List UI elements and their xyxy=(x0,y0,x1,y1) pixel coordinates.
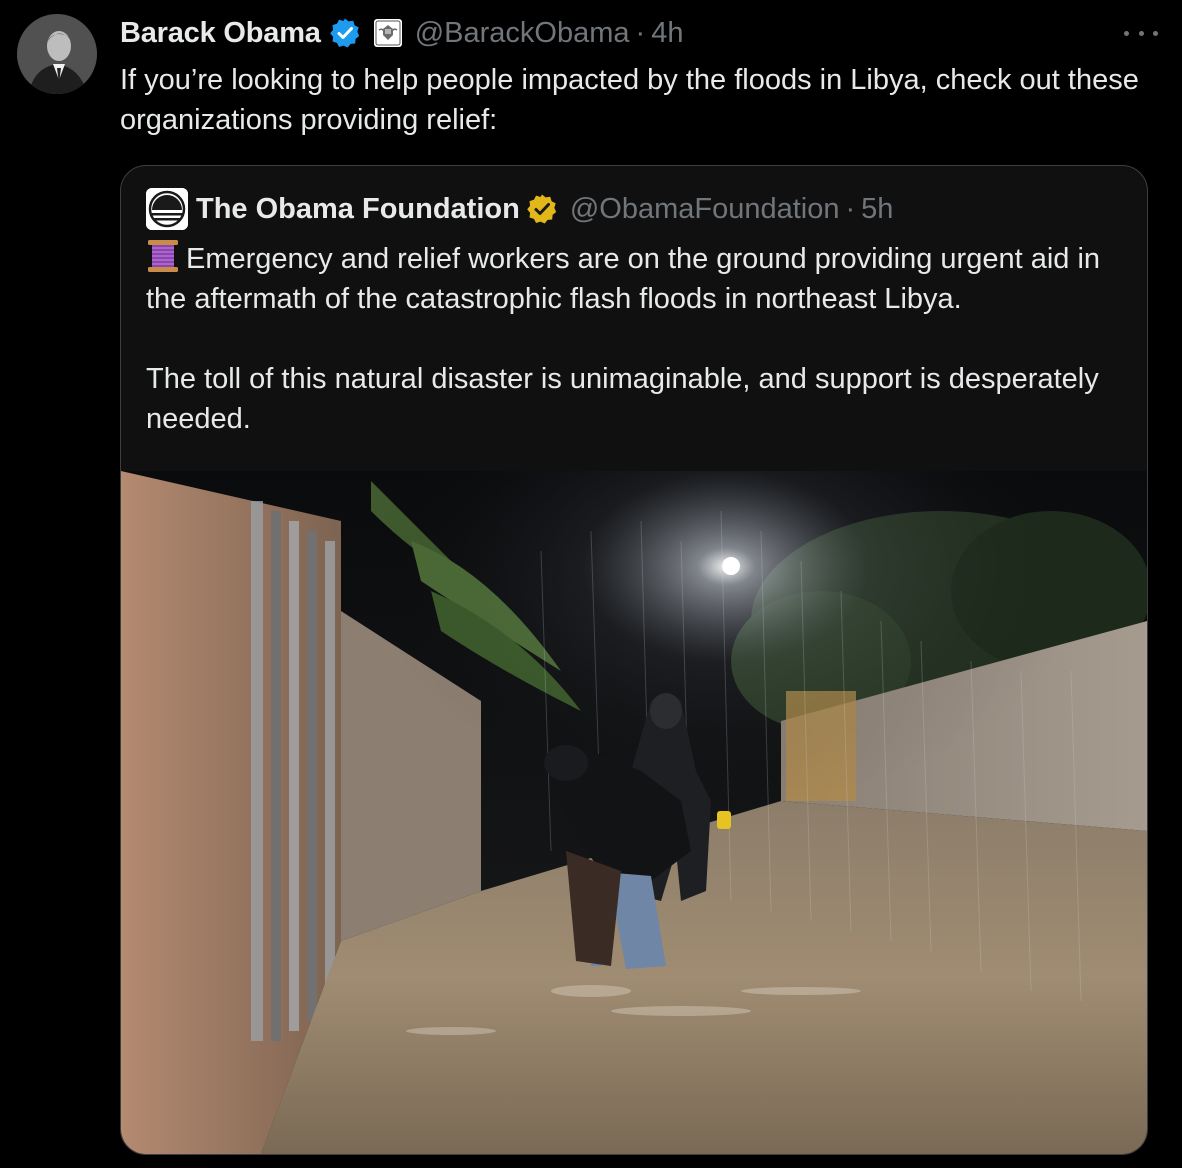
quoted-author-name[interactable]: The Obama Foundation xyxy=(196,193,520,226)
government-seal-icon[interactable] xyxy=(373,18,403,48)
gold-verified-badge-icon[interactable] xyxy=(526,193,558,225)
tweet[interactable]: Barack Obama @BarackObama · 4h If you’re… xyxy=(0,0,1182,1168)
quoted-paragraph-1: Emergency and relief workers are on the … xyxy=(146,238,1136,319)
spool-of-thread-icon xyxy=(146,238,180,274)
more-options-icon[interactable] xyxy=(1124,20,1158,46)
post-text: If you’re looking to help people impacte… xyxy=(120,64,1139,136)
quoted-post-card[interactable]: The Obama Foundation @ObamaFoundation · … xyxy=(120,165,1148,1155)
quoted-post-time[interactable]: 5h xyxy=(861,193,893,226)
quoted-post-photo[interactable] xyxy=(121,471,1147,1154)
separator-dot: · xyxy=(845,192,856,225)
quoted-author-handle[interactable]: @ObamaFoundation xyxy=(570,193,840,226)
quoted-paragraph-2: The toll of this natural disaster is uni… xyxy=(146,363,1099,435)
separator-dot: · xyxy=(635,16,646,49)
verified-badge-icon[interactable] xyxy=(329,17,361,49)
post-header: Barack Obama @BarackObama · 4h xyxy=(120,14,683,52)
quoted-paragraph-1-text: Emergency and relief workers are on the … xyxy=(146,243,1101,315)
quoted-author-avatar[interactable] xyxy=(146,188,188,230)
author-avatar[interactable] xyxy=(17,14,97,94)
post-time[interactable]: 4h xyxy=(651,17,683,50)
quoted-post-text: Emergency and relief workers are on the … xyxy=(146,238,1136,439)
author-name[interactable]: Barack Obama xyxy=(120,17,321,50)
author-handle[interactable]: @BarackObama xyxy=(415,17,630,50)
quoted-post-header: The Obama Foundation @ObamaFoundation · … xyxy=(146,188,893,230)
